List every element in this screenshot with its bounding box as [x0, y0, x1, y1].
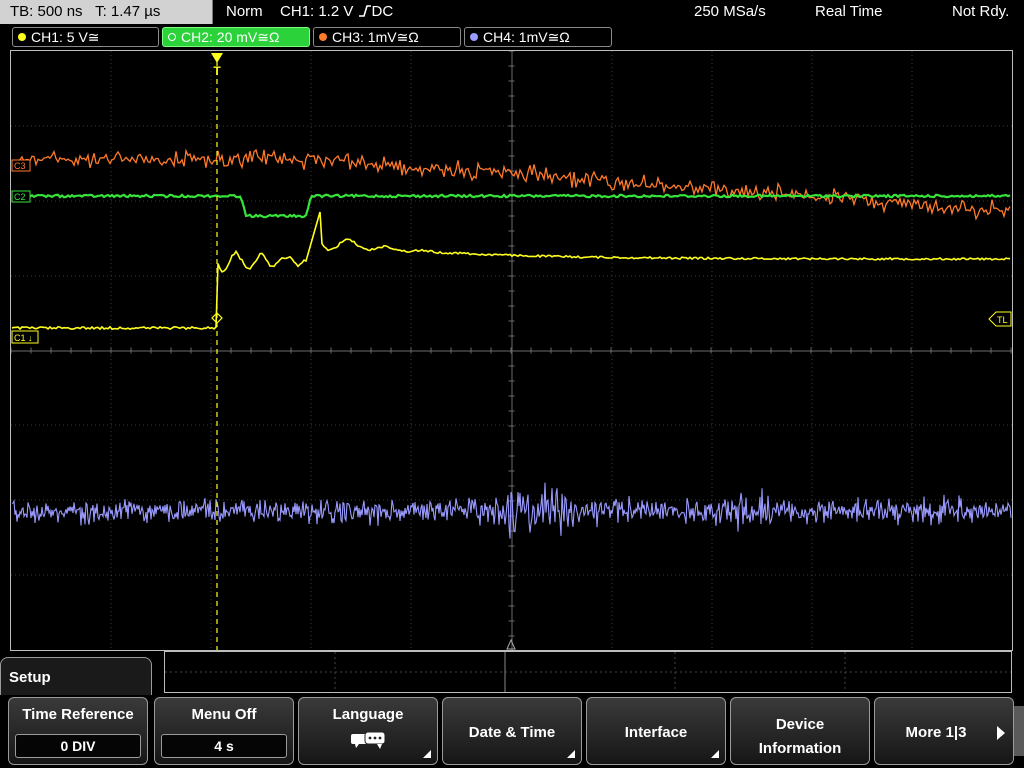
ch1-label: CH1: 5 V≅: [31, 29, 100, 45]
trigger-time-value: T: 1.47 µs: [95, 3, 161, 20]
speech-bubble-icon: [351, 731, 386, 749]
menu-title-label: Setup: [9, 669, 51, 686]
svg-text:↓: ↓: [28, 333, 33, 343]
trigger-mode[interactable]: Norm: [226, 0, 263, 24]
trigger-coupling: DC: [371, 3, 394, 20]
menu-off-label: Menu Off: [191, 706, 257, 723]
ch3-label: CH3: 1mV≅Ω: [332, 29, 419, 45]
ch1-waveform: [11, 211, 1010, 331]
ch3-offset-marker[interactable]: C3: [11, 159, 31, 172]
graticule: [11, 51, 1012, 650]
svg-text:T: T: [213, 64, 221, 78]
time-reference-softkey[interactable]: Time Reference 0 DIV: [8, 697, 148, 765]
tab-ch1[interactable]: CH1: 5 V≅: [12, 27, 159, 47]
tab-ch2[interactable]: CH2: 20 mV≅Ω: [162, 27, 310, 47]
rising-edge-icon: [358, 5, 371, 17]
menu-off-softkey[interactable]: Menu Off 4 s: [154, 697, 294, 765]
ch2-waveform: [11, 193, 1011, 219]
softkey-header-strip: [164, 651, 1012, 693]
time-reference-label: Time Reference: [22, 706, 134, 723]
date-time-softkey[interactable]: Date & Time: [442, 697, 582, 765]
submenu-indicator-icon: [423, 750, 431, 758]
trigger-status: Not Rdy.: [952, 3, 1010, 20]
submenu-indicator-icon: [711, 750, 719, 758]
menu-title-setup: Setup: [0, 657, 152, 697]
tab-ch3[interactable]: CH3: 1mV≅Ω: [313, 27, 461, 47]
acquisition-mode: Real Time: [815, 3, 883, 20]
svg-text:TL: TL: [997, 315, 1008, 325]
channel-tabs: CH1: 5 V≅ CH2: 20 mV≅Ω CH3: 1mV≅Ω CH4: 1…: [0, 26, 1024, 48]
time-reference-marker: [506, 638, 516, 650]
svg-text:C3: C3: [14, 161, 26, 171]
device-information-label-line1: Device: [775, 716, 825, 733]
svg-text:C1: C1: [14, 333, 26, 343]
menu-off-value: 4 s: [161, 734, 287, 758]
waveform-canvas: T C3 C2 C1 ↓ TL: [11, 51, 1012, 650]
ch2-label: CH2: 20 mV≅Ω: [181, 29, 280, 45]
trigger-setting[interactable]: CH1: 1.2 V DC: [280, 0, 393, 24]
ch4-label: CH4: 1mV≅Ω: [483, 29, 570, 45]
trigger-source-level: CH1: 1.2 V: [280, 3, 354, 20]
interface-softkey[interactable]: Interface: [586, 697, 726, 765]
language-softkey[interactable]: Language: [298, 697, 438, 765]
timebase-readout[interactable]: TB: 500 ns T: 1.47 µs: [0, 0, 213, 24]
ch4-color-dot: [470, 33, 478, 41]
ch1-color-dot: [18, 33, 26, 41]
ch3-waveform: [11, 148, 1011, 221]
trigger-position-marker[interactable]: T: [211, 53, 223, 78]
timebase-value: TB: 500 ns: [10, 3, 83, 20]
date-time-label: Date & Time: [468, 724, 556, 741]
tab-ch4[interactable]: CH4: 1mV≅Ω: [464, 27, 612, 47]
sample-rate: 250 MSa/s: [694, 3, 766, 20]
ch3-color-dot: [319, 33, 327, 41]
scroll-indicator: [1014, 706, 1024, 756]
softkey-bar: Time Reference 0 DIV Menu Off 4 s Langua…: [0, 695, 1024, 768]
arrow-right-icon: [997, 726, 1005, 740]
strip-grid: [165, 652, 1011, 692]
ch2-color-dot: [168, 33, 176, 41]
status-bar: TB: 500 ns T: 1.47 µs Norm CH1: 1.2 V DC…: [0, 0, 1024, 24]
more-label: More 1|3: [905, 724, 967, 741]
svg-text:C2: C2: [14, 192, 26, 202]
trigger-level-marker[interactable]: TL: [988, 311, 1012, 327]
interface-label: Interface: [624, 724, 688, 741]
language-label: Language: [332, 706, 404, 723]
ch2-offset-marker[interactable]: C2: [11, 190, 31, 203]
waveform-display[interactable]: T C3 C2 C1 ↓ TL: [10, 50, 1013, 651]
device-information-softkey[interactable]: Device Information: [730, 697, 870, 765]
more-softkey[interactable]: More 1|3: [874, 697, 1014, 765]
device-information-label-line2: Information: [758, 740, 842, 757]
submenu-indicator-icon: [567, 750, 575, 758]
ch1-offset-marker[interactable]: C1 ↓: [11, 330, 39, 344]
time-reference-value: 0 DIV: [15, 734, 141, 758]
